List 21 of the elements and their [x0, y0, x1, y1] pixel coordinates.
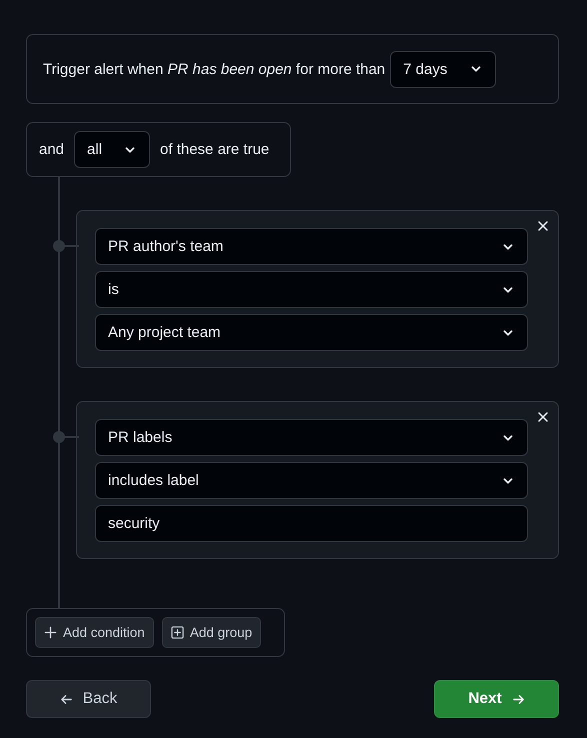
close-icon[interactable] — [536, 410, 550, 424]
add-button[interactable]: Add group — [162, 617, 262, 648]
condition-dropdown[interactable]: includes label — [95, 462, 528, 499]
arrow-right-icon — [512, 692, 525, 706]
duration-dropdown[interactable]: 7 days — [390, 50, 496, 88]
add-button[interactable]: Add condition — [35, 617, 154, 648]
group-prefix: and — [39, 141, 64, 158]
back-button[interactable]: Back — [26, 680, 151, 718]
arrow-left-icon — [60, 692, 73, 706]
condition-dropdown[interactable]: is — [95, 271, 528, 308]
quantifier-dropdown[interactable]: all — [74, 131, 150, 168]
input-field[interactable]: security — [95, 505, 528, 542]
plus-square-icon — [170, 626, 184, 639]
condition-dropdown[interactable]: PR author's team — [95, 228, 528, 265]
condition-dropdown[interactable]: PR labels — [95, 419, 528, 456]
next-button[interactable]: Next — [434, 680, 559, 718]
trigger-sentence: Trigger alert when PR has been open for more than — [43, 60, 386, 78]
plus-icon — [44, 626, 57, 639]
condition-dropdown[interactable]: Any project team — [95, 314, 528, 351]
close-icon[interactable] — [536, 219, 550, 233]
group-suffix: of these are true — [160, 141, 270, 158]
